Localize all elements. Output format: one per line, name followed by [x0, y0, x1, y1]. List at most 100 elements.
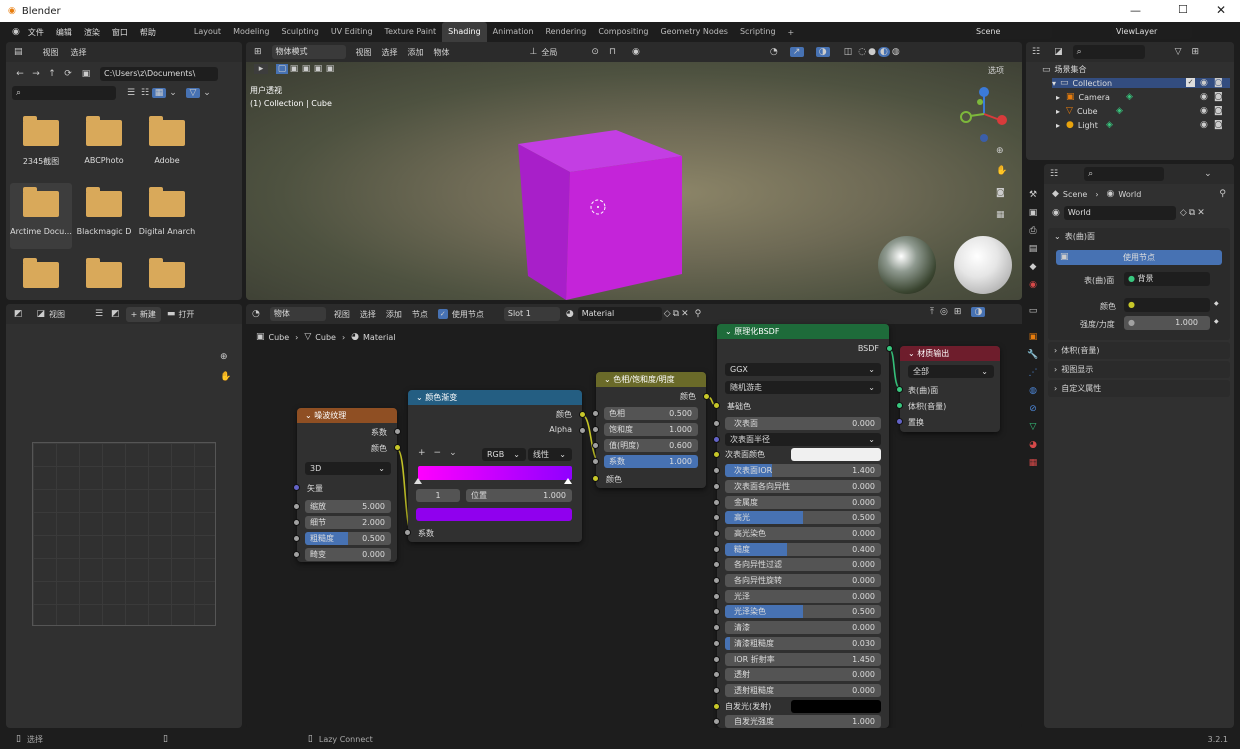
folder-item[interactable]: 2345截图 — [10, 112, 72, 178]
menu-item[interactable]: 帮助 — [140, 27, 156, 38]
eye-icon[interactable]: ◉ — [1200, 92, 1208, 102]
input-socket[interactable] — [592, 442, 599, 449]
input-socket[interactable] — [713, 420, 720, 427]
chevron-down-icon[interactable]: ⌄ — [166, 88, 180, 98]
bsdf-param-field[interactable]: 清漆粗糙度 0.030 — [725, 636, 881, 650]
stop-index-field[interactable]: 1 — [416, 489, 460, 502]
input-socket[interactable] — [713, 655, 720, 663]
surface-panel-header[interactable]: ⌄ 表(曲)面 — [1048, 228, 1230, 244]
interpolation-dropdown[interactable]: 线性 ⌄ — [528, 448, 572, 461]
outliner-item-cube[interactable]: ▸ ▽ Cube ◈ ◉ ◙ — [1056, 106, 1230, 116]
panel-header[interactable]: › 视图显示 — [1048, 361, 1230, 378]
outliner-search-input[interactable]: ⌕ — [1072, 45, 1145, 59]
bsdf-param-field[interactable]: IOR 折射率 1.450 — [725, 652, 881, 666]
input-socket[interactable] — [713, 498, 720, 506]
properties-search-input[interactable]: ⌕ — [1084, 167, 1165, 181]
input-socket[interactable] — [592, 458, 599, 465]
hue-saturation-value-node[interactable]: ⌄ 色相/饱和度/明度 颜色 颜色 色相 0.500 饱和度 1.000 值(明度) 0.… — [592, 372, 710, 488]
input-socket[interactable] — [713, 545, 720, 553]
editor-type-icon[interactable]: ☷ — [1032, 47, 1040, 57]
solid-shading-icon[interactable]: ● — [868, 47, 876, 57]
pin-icon[interactable]: ⚲ — [1219, 189, 1226, 199]
folder-item[interactable]: Arctime Docu... — [10, 183, 72, 249]
visibility-icon[interactable]: ◔ — [770, 47, 778, 57]
world-name-field[interactable]: World — [1063, 206, 1176, 220]
data-tab-icon[interactable]: ▽ — [1024, 422, 1042, 432]
eye-icon[interactable]: ◉ — [1200, 120, 1208, 130]
modifier-tab-icon[interactable]: 🔧 — [1024, 350, 1042, 360]
menu-view[interactable]: 视图 — [43, 47, 59, 58]
forward-icon[interactable]: → — [28, 69, 44, 79]
input-socket[interactable] — [896, 386, 903, 393]
bsdf-param-field[interactable]: 透射 0.000 — [725, 668, 881, 682]
camera-view-icon[interactable]: ◙ — [996, 188, 1005, 198]
refresh-icon[interactable]: ⟳ — [60, 69, 76, 79]
node-header[interactable]: ⌄ 噪波纹理 — [297, 408, 397, 423]
scene-collection-row[interactable]: ▭ 场景集合 — [1042, 64, 1087, 75]
input-socket[interactable] — [404, 529, 411, 536]
input-socket[interactable] — [592, 475, 599, 482]
scene-tab-icon[interactable]: ◆ — [1024, 262, 1042, 272]
workspace-tab[interactable]: Geometry Nodes — [654, 22, 733, 42]
node-header[interactable]: ⌄ 材质输出 — [900, 346, 1000, 361]
input-socket[interactable] — [592, 410, 599, 417]
camera-render-icon[interactable]: ◙ — [1214, 78, 1223, 88]
expand-icon[interactable]: ▸ — [1056, 93, 1060, 102]
output-socket[interactable] — [703, 393, 710, 400]
input-socket[interactable] — [896, 402, 903, 409]
input-socket[interactable] — [713, 686, 720, 694]
output-socket[interactable] — [579, 427, 586, 434]
collection-tab-icon[interactable]: ▭ — [1024, 306, 1042, 316]
object-tab-icon[interactable]: ▣ — [1024, 332, 1042, 342]
emission-color-swatch[interactable] — [791, 699, 881, 713]
input-socket[interactable] — [293, 519, 300, 526]
output-socket[interactable] — [394, 428, 401, 435]
collection-row[interactable]: ▾ ▭ Collection ✓ ◉ ◙ — [1052, 78, 1230, 88]
noise-param-field[interactable]: 细节 2.000 — [305, 516, 391, 529]
constraints-tab-icon[interactable]: ⊘ — [1024, 404, 1042, 414]
input-socket[interactable] — [713, 514, 720, 522]
xray-icon[interactable]: ◫ — [844, 47, 853, 57]
zoom-icon[interactable]: ⊕ — [996, 146, 1004, 156]
surface-shader-field[interactable]: ● 背景 — [1124, 272, 1210, 286]
target-dropdown[interactable]: 全部 ⌄ — [908, 365, 994, 378]
input-socket[interactable] — [713, 529, 720, 537]
wireframe-shading-icon[interactable]: ◌ — [858, 47, 866, 57]
color-mode-dropdown[interactable]: RGB ⌄ — [482, 448, 526, 461]
parent-dir-icon[interactable]: ↑ — [44, 69, 60, 79]
material-shading-icon[interactable]: ◐ — [877, 47, 890, 57]
eye-icon[interactable]: ◉ — [1200, 78, 1208, 88]
chevron-down-icon[interactable]: ⌄ — [200, 88, 214, 98]
menu-add[interactable]: 添加 — [408, 47, 424, 58]
cursor-icon[interactable]: ▸ — [254, 64, 268, 74]
input-socket[interactable] — [592, 426, 599, 433]
open-image-button[interactable]: 打开 — [178, 309, 194, 320]
list-view-icon[interactable]: ☰ — [124, 88, 138, 98]
workspace-tab[interactable]: Sculpting — [275, 22, 324, 42]
color-ramp-node[interactable]: ⌄ 颜色渐变 颜色 Alpha + − ⌄ RGB ⌄ 线性 ⌄ 1 位置 1.000… — [404, 390, 586, 542]
view-layer-tab-icon[interactable]: ▤ — [1024, 244, 1042, 254]
remove-stop-icon[interactable]: − — [434, 448, 442, 458]
transform-orientation-icon[interactable]: ⊥ — [530, 47, 538, 57]
particles-tab-icon[interactable]: ⋰ — [1024, 368, 1042, 378]
chevron-down-icon[interactable]: ⌄ — [1204, 169, 1212, 179]
material-output-node[interactable]: ⌄ 材质输出 全部 ⌄ 表(曲)面 体积(音量) 置换 — [896, 346, 1000, 432]
zoom-icon[interactable]: ⊕ — [220, 352, 228, 362]
select-extend-icon[interactable]: ▣ — [288, 64, 300, 74]
bsdf-param-field[interactable]: 清漆 0.000 — [725, 621, 881, 635]
input-socket[interactable] — [896, 418, 903, 425]
menu-select[interactable]: 选择 — [71, 47, 87, 58]
display-mode-icon[interactable]: ◪ — [1054, 47, 1063, 57]
workspace-tab[interactable]: Shading — [442, 22, 487, 42]
input-socket[interactable] — [713, 451, 720, 459]
menu-item[interactable]: 文件 — [28, 27, 44, 38]
hsv-param-field[interactable]: 系数 1.000 — [604, 455, 698, 468]
maximize-icon[interactable]: ☐ — [1178, 3, 1188, 16]
menu-object[interactable]: 物体 — [434, 47, 450, 58]
output-socket[interactable] — [394, 444, 401, 451]
select-intersect-icon[interactable]: ▣ — [324, 64, 336, 74]
folder-item[interactable]: Digital Anarch — [136, 183, 198, 249]
pivot-icon[interactable]: ⊙ — [591, 47, 599, 57]
object-data-icon[interactable]: ◈ — [1106, 120, 1113, 130]
camera-render-icon[interactable]: ◙ — [1214, 92, 1223, 102]
